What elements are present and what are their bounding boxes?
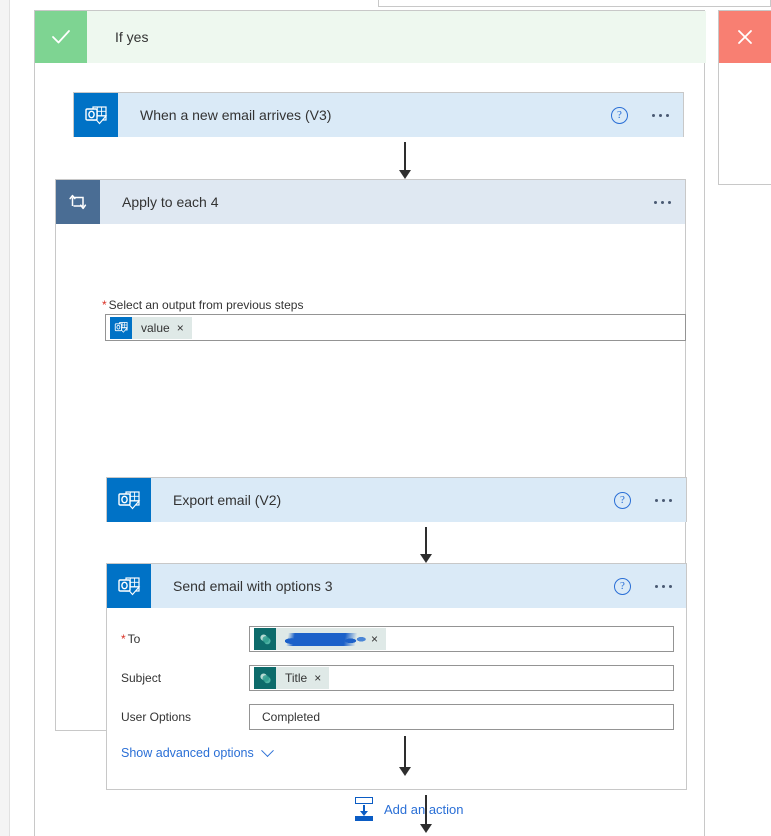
loop-field-label: * Select an output from previous steps xyxy=(102,298,303,312)
panel-above-sliver xyxy=(378,0,771,7)
token-chip-value[interactable]: value × xyxy=(110,316,192,339)
card-title: Export email (V2) xyxy=(173,492,282,508)
sharepoint-icon xyxy=(254,667,276,689)
field-input-subject[interactable]: Title × xyxy=(249,665,674,691)
add-an-action-label: Add an action xyxy=(384,801,464,817)
chevron-down-icon xyxy=(260,743,274,757)
close-icon xyxy=(719,11,771,63)
card-header[interactable]: Send email with options 3 ? xyxy=(107,564,686,608)
show-advanced-options-label: Show advanced options xyxy=(121,746,254,760)
more-options-icon[interactable] xyxy=(653,581,674,592)
sharepoint-icon xyxy=(254,628,276,650)
flow-designer-canvas: If yes When a new email arrives (V3) ? A… xyxy=(0,0,771,836)
token-chip-to[interactable]: × xyxy=(254,628,387,650)
token-label: value xyxy=(141,320,170,335)
outlook-icon xyxy=(110,316,132,339)
field-label-user-options: User Options xyxy=(121,710,192,724)
branch-if-yes: If yes When a new email arrives (V3) ? A… xyxy=(34,10,706,836)
more-options-icon[interactable] xyxy=(653,495,674,506)
token-remove-icon[interactable]: × xyxy=(371,633,386,645)
canvas-left-gutter xyxy=(0,0,10,836)
branch-if-no: If no xyxy=(718,10,771,185)
field-input-to[interactable]: × xyxy=(249,626,674,652)
required-marker: * xyxy=(121,632,126,646)
token-label-redacted xyxy=(285,632,367,646)
card-header[interactable]: Apply to each 4 xyxy=(56,180,685,224)
field-value-user-options: Completed xyxy=(262,710,321,724)
card-header[interactable]: When a new email arrives (V3) ? xyxy=(74,93,683,137)
loop-output-input[interactable]: value × xyxy=(105,314,686,341)
card-actions: ? xyxy=(611,93,671,137)
card-when-a-new-email-arrives[interactable]: When a new email arrives (V3) ? xyxy=(73,92,684,137)
token-label: Title xyxy=(285,671,308,685)
token-chip-subject[interactable]: Title × xyxy=(254,667,330,689)
card-title: When a new email arrives (V3) xyxy=(140,107,332,123)
form-row-user-options: User Options Completed xyxy=(107,704,688,730)
card-actions: ? xyxy=(614,478,674,522)
card-actions xyxy=(652,180,673,224)
field-label-to: * To xyxy=(107,632,249,646)
field-label-subject: Subject xyxy=(121,671,162,685)
loop-icon xyxy=(56,180,100,224)
branch-if-yes-header: If yes xyxy=(35,11,706,63)
field-label-to-text: To xyxy=(127,632,141,646)
branch-if-no-header: If no xyxy=(719,11,771,63)
outlook-icon xyxy=(107,478,151,522)
card-apply-to-each[interactable]: Apply to each 4 * Select an output from p… xyxy=(55,179,688,833)
field-input-user-options[interactable]: Completed xyxy=(249,704,674,730)
branch-if-yes-label: If yes xyxy=(115,29,149,45)
token-remove-icon[interactable]: × xyxy=(177,322,192,334)
outlook-icon xyxy=(74,93,118,137)
card-title: Send email with options 3 xyxy=(173,578,333,594)
outlook-icon xyxy=(107,564,151,608)
connector-arrow xyxy=(418,527,434,563)
required-marker: * xyxy=(102,298,107,312)
token-remove-icon[interactable]: × xyxy=(314,672,329,684)
form-row-subject: Subject Title × xyxy=(107,665,688,691)
show-advanced-options-link[interactable]: Show advanced options xyxy=(121,743,274,760)
card-header[interactable]: Export email (V2) ? xyxy=(107,478,686,522)
connector-arrow xyxy=(397,142,413,179)
loop-field-label-text: Select an output from previous steps xyxy=(108,298,304,312)
form-row-to: * To × xyxy=(107,626,688,652)
more-options-icon[interactable] xyxy=(650,110,671,121)
card-actions: ? xyxy=(614,564,674,608)
add-action-icon xyxy=(353,797,375,821)
add-an-action-button-outer[interactable]: Add an action xyxy=(353,797,464,821)
help-icon[interactable]: ? xyxy=(611,106,628,124)
help-icon[interactable]: ? xyxy=(614,577,631,595)
help-icon[interactable]: ? xyxy=(614,491,631,509)
card-title: Apply to each 4 xyxy=(122,194,219,210)
check-icon xyxy=(35,11,87,63)
card-export-email[interactable]: Export email (V2) ? xyxy=(106,477,687,522)
more-options-icon[interactable] xyxy=(652,197,673,208)
connector-arrow xyxy=(397,736,413,776)
